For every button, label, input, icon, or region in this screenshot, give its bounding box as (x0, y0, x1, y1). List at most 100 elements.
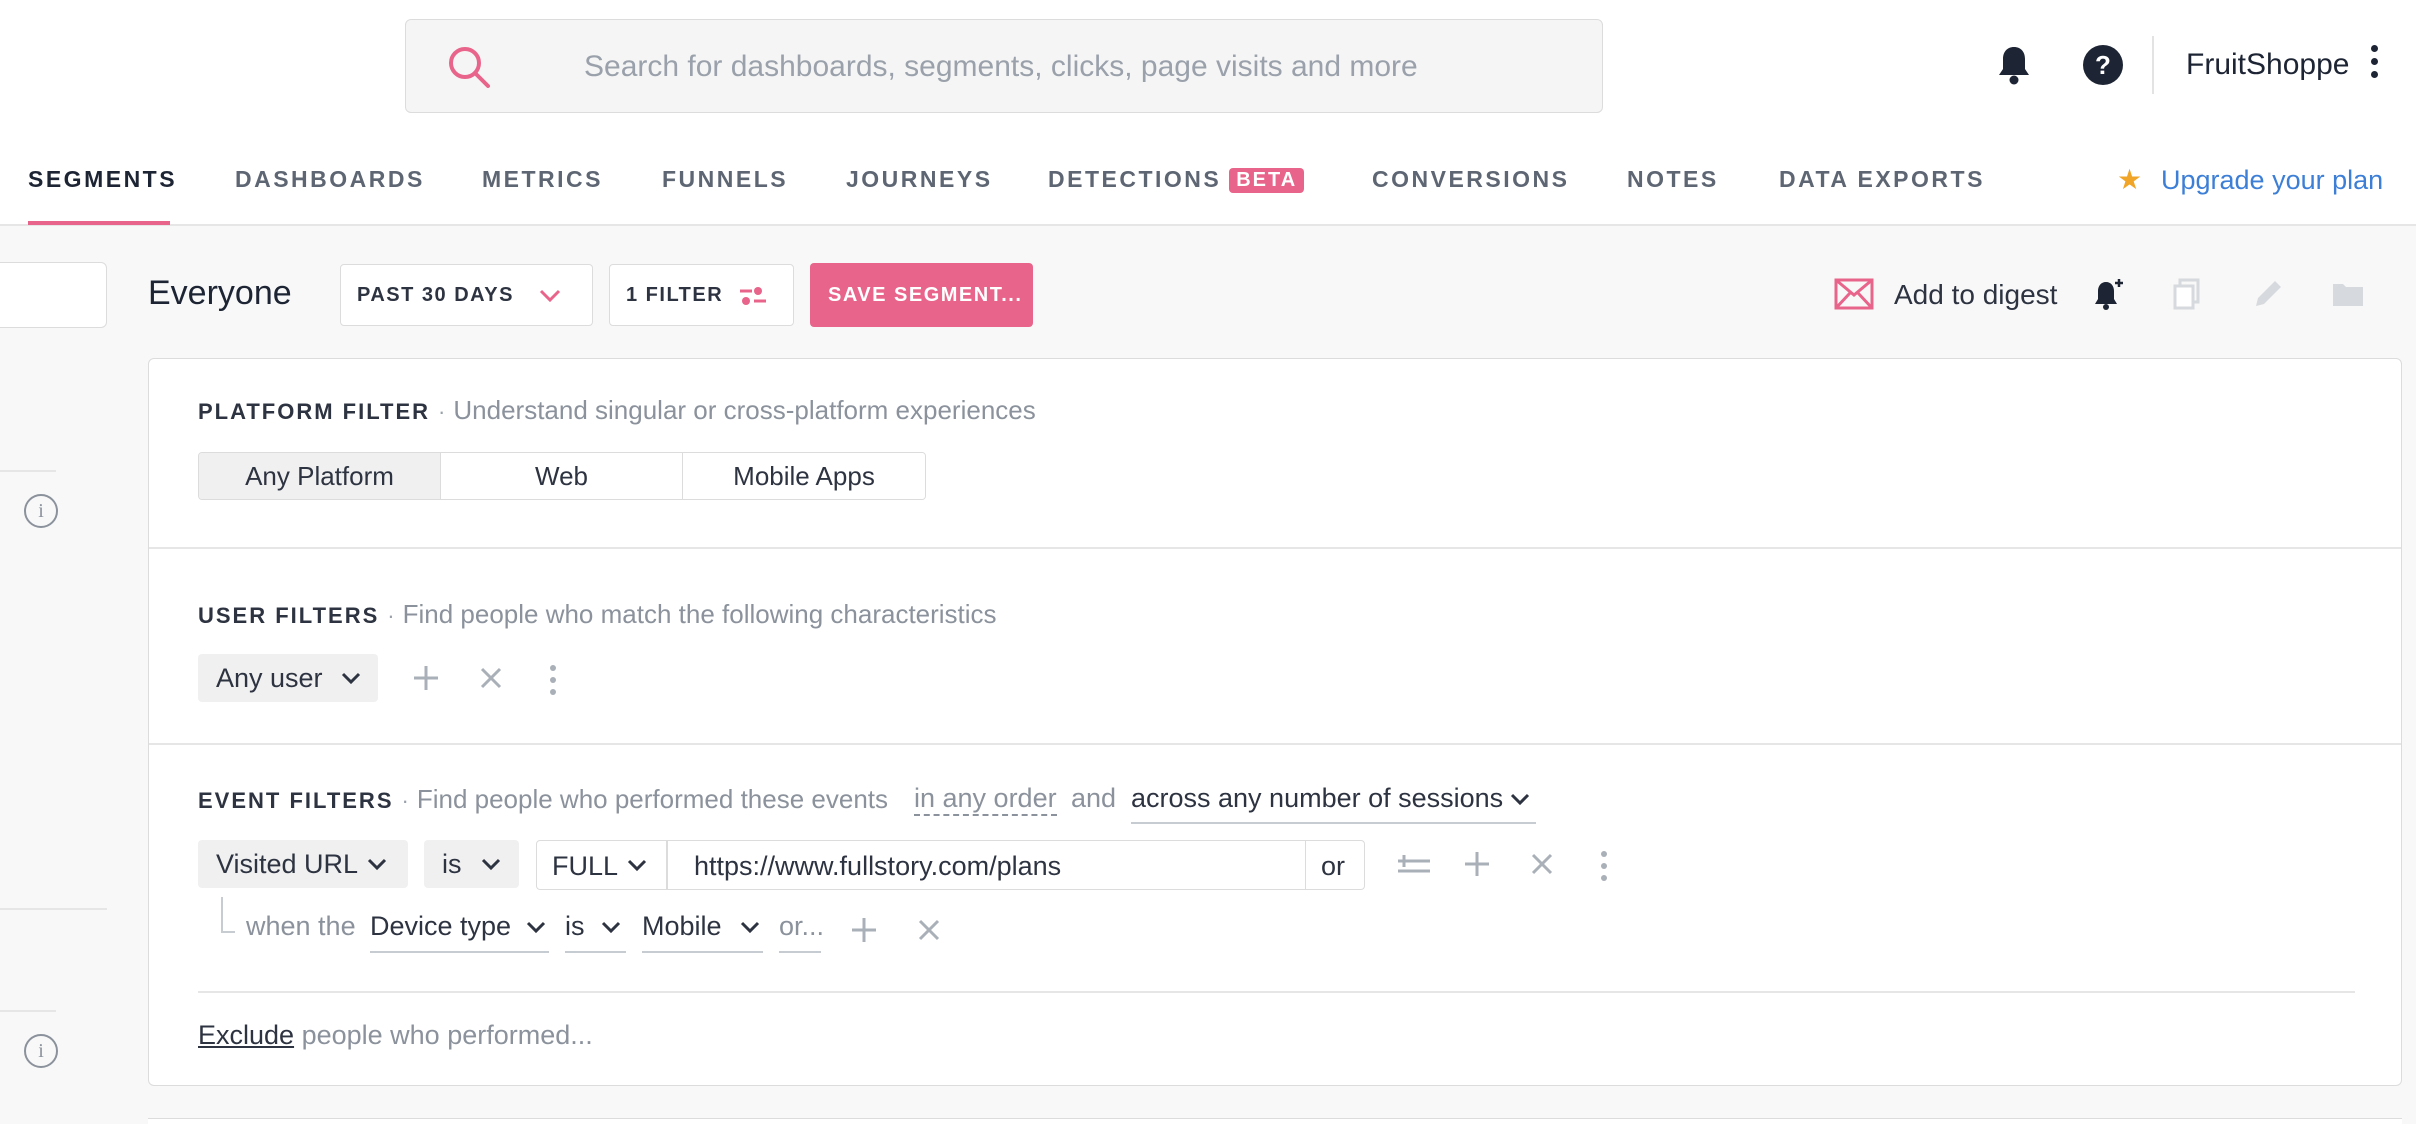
chevron-down-icon[interactable] (739, 921, 761, 935)
event-filters-title: EVENT FILTERS (198, 788, 394, 813)
device-value-dropdown[interactable]: Mobile (642, 911, 722, 942)
event-operator-label: is (442, 849, 462, 879)
mail-icon[interactable] (1834, 278, 1874, 310)
search-placeholder[interactable]: Search for dashboards, segments, clicks,… (584, 50, 1418, 84)
header-divider (2152, 36, 2154, 94)
device-type-dropdown[interactable]: Device type (370, 911, 511, 942)
exclude-description: people who performed... (301, 1020, 593, 1050)
filter-button[interactable]: 1 FILTER (609, 264, 794, 326)
tab-segments[interactable]: SEGMENTS (28, 166, 177, 193)
tab-notes[interactable]: NOTES (1627, 166, 1719, 193)
next-card-edge (148, 1118, 2402, 1124)
close-icon[interactable] (1527, 849, 1557, 879)
order-dropdown[interactable]: in any order (914, 783, 1057, 816)
plus-icon[interactable] (849, 915, 879, 945)
platform-filter-title: PLATFORM FILTER (198, 399, 431, 424)
event-operator-dropdown[interactable]: is (424, 840, 519, 888)
section-divider (149, 743, 2401, 745)
exclude-link[interactable]: Exclude (198, 1020, 294, 1050)
info-icon[interactable]: i (24, 1034, 58, 1068)
plus-icon[interactable] (411, 663, 441, 693)
account-name[interactable]: FruitShoppe (2186, 48, 2349, 82)
main-nav: SEGMENTS DASHBOARDS METRICS FUNNELS JOUR… (0, 130, 2416, 226)
beta-badge: BETA (1229, 168, 1305, 193)
more-vertical-icon[interactable] (2364, 42, 2384, 86)
star-icon: ★ (2117, 164, 2143, 195)
chevron-down-icon[interactable] (525, 921, 547, 935)
tab-conversions[interactable]: CONVERSIONS (1372, 166, 1569, 193)
help-icon[interactable]: ? (2083, 45, 2123, 85)
left-panel-input[interactable] (0, 262, 107, 328)
add-to-digest-label[interactable]: Add to digest (1894, 279, 2057, 311)
left-divider (0, 908, 107, 910)
close-icon[interactable] (914, 915, 944, 945)
plus-icon[interactable] (1462, 849, 1492, 879)
filter-sliders-icon (740, 287, 766, 305)
close-icon[interactable] (476, 663, 506, 693)
sessions-dropdown-underline (1131, 822, 1536, 824)
copy-icon[interactable] (2170, 276, 2206, 312)
device-operator-underline (565, 951, 626, 953)
tab-detections-label: DETECTIONS (1048, 166, 1222, 192)
or-more-link[interactable]: or... (779, 911, 824, 942)
bell-icon[interactable] (1996, 45, 2032, 85)
filter-count-label: 1 FILTER (626, 284, 724, 306)
more-vertical-icon[interactable] (1599, 851, 1609, 887)
user-selector-label: Any user (216, 663, 323, 693)
segment-title[interactable]: Everyone (148, 274, 292, 313)
event-type-dropdown[interactable]: Visited URL (198, 840, 408, 888)
tab-journeys[interactable]: JOURNEYS (846, 166, 993, 193)
or-more-underline (779, 951, 821, 953)
chevron-down-icon (341, 672, 361, 685)
info-icon[interactable]: i (24, 494, 58, 528)
tab-detections[interactable]: DETECTIONS BETA (1048, 166, 1305, 193)
separator-dot: · (438, 399, 446, 424)
url-value-text: https://www.fullstory.com/plans (694, 851, 1062, 881)
left-divider (0, 470, 56, 472)
user-filters-header: USER FILTERS · Find people who match the f… (198, 599, 997, 630)
when-the-label: when the (246, 911, 356, 941)
segment-builder-card: PLATFORM FILTER · Understand singular or c… (148, 358, 2402, 1086)
chevron-down-icon (367, 858, 387, 871)
date-range-dropdown[interactable]: PAST 30 DAYS (340, 264, 593, 326)
folder-icon[interactable] (2330, 276, 2366, 312)
match-type-dropdown[interactable]: FULL (536, 840, 667, 890)
save-segment-label: SAVE SEGMENT... (828, 284, 1023, 306)
refine-icon[interactable] (1396, 851, 1432, 881)
platform-option-web[interactable]: Web (441, 453, 683, 499)
event-type-label: Visited URL (216, 849, 359, 879)
tab-dashboards[interactable]: DASHBOARDS (235, 166, 425, 193)
platform-option-any[interactable]: Any Platform (199, 453, 441, 499)
pencil-icon[interactable] (2250, 276, 2286, 312)
condition-connector (221, 897, 235, 933)
or-button[interactable]: or (1305, 840, 1365, 890)
separator-dot: · (401, 788, 409, 813)
global-search[interactable]: Search for dashboards, segments, clicks,… (405, 19, 1603, 113)
chevron-down-icon (481, 858, 501, 871)
user-filters-description: Find people who match the following char… (402, 599, 997, 629)
save-segment-button[interactable]: SAVE SEGMENT... (810, 263, 1033, 327)
tab-funnels[interactable]: FUNNELS (662, 166, 788, 193)
more-vertical-icon[interactable] (548, 665, 558, 701)
tab-metrics[interactable]: METRICS (482, 166, 603, 193)
user-selector-dropdown[interactable]: Any user (198, 654, 378, 702)
exclude-row: Exclude people who performed... (198, 1020, 593, 1051)
event-filters-header: EVENT FILTERS · Find people who performed … (198, 784, 888, 815)
tab-data-exports[interactable]: DATA EXPORTS (1779, 166, 1985, 193)
url-value-input[interactable]: https://www.fullstory.com/plans (667, 840, 1307, 890)
chevron-down-icon (539, 289, 561, 303)
and-label: and (1071, 783, 1117, 813)
chevron-down-icon[interactable] (1509, 793, 1531, 807)
bell-plus-icon[interactable] (2090, 276, 2126, 312)
upgrade-link[interactable]: Upgrade your plan (2161, 165, 2383, 196)
date-range-label: PAST 30 DAYS (357, 284, 514, 306)
section-divider (149, 547, 2401, 549)
left-divider (0, 1010, 56, 1012)
platform-option-mobile-apps[interactable]: Mobile Apps (683, 453, 925, 499)
event-filters-description: Find people who performed these events (416, 784, 889, 814)
chevron-down-icon[interactable] (600, 921, 622, 935)
device-type-underline (370, 951, 549, 953)
sessions-dropdown[interactable]: across any number of sessions (1131, 783, 1503, 814)
device-operator-dropdown[interactable]: is (565, 911, 585, 942)
separator-dot: · (387, 603, 395, 628)
